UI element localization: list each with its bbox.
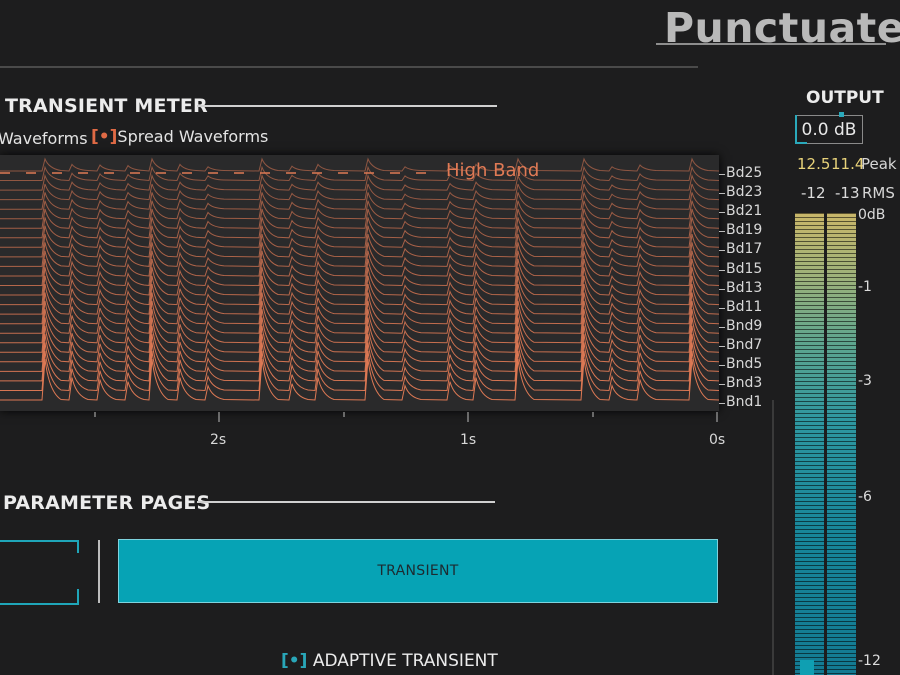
waveforms-label: Waveforms xyxy=(0,129,88,148)
band-tick xyxy=(719,174,725,175)
rms-right-value: -13 xyxy=(835,184,860,202)
output-gain-field[interactable]: 0.0 dB xyxy=(795,115,863,144)
peak-right-value: 11.4 xyxy=(831,155,865,173)
parameter-pages-title: PARAMETER PAGES xyxy=(3,492,211,514)
band-tick xyxy=(719,403,725,405)
band-waveform xyxy=(0,157,720,172)
time-label-0s: 0s xyxy=(709,432,726,448)
band-waveform xyxy=(0,217,720,239)
scale-label-0db: 0dB xyxy=(858,207,886,223)
band-label: Bd19 xyxy=(726,222,763,239)
adaptive-transient-checkbox[interactable]: [•] xyxy=(281,651,307,671)
time-label-1s: 1s xyxy=(460,432,477,448)
band-label: Bnd3 xyxy=(726,375,763,392)
adaptive-transient-toggle[interactable]: [•] ADAPTIVE TRANSIENT xyxy=(281,651,498,671)
output-field-accent xyxy=(795,115,797,144)
output-meter-left xyxy=(795,213,824,675)
band-tick xyxy=(719,250,725,252)
output-meter-right xyxy=(827,213,856,675)
band-tick xyxy=(719,269,725,271)
scale-label-minus6: -6 xyxy=(858,489,872,505)
band-tick xyxy=(719,365,725,366)
high-band-label: High Band xyxy=(446,160,540,181)
band-label: Bd17 xyxy=(726,241,763,258)
time-label-2s: 2s xyxy=(210,432,227,448)
output-field-accent-bottom xyxy=(795,142,807,144)
rms-label: RMS xyxy=(862,184,895,202)
meter-gap xyxy=(825,213,827,675)
parameter-pages-title-rule xyxy=(197,501,495,503)
band-label: Bd23 xyxy=(726,184,763,201)
logo-underline xyxy=(656,43,886,45)
output-meter-left-peak xyxy=(800,660,814,675)
peak-left-value: 12.5 xyxy=(797,155,831,173)
tab-divider xyxy=(98,540,100,603)
output-divider xyxy=(772,400,774,675)
band-waveform xyxy=(0,267,720,296)
waveforms-option[interactable]: Waveforms xyxy=(0,129,88,148)
band-tick xyxy=(719,326,725,328)
spread-waveforms-checkbox[interactable]: [•] xyxy=(91,127,117,147)
output-field-handle[interactable] xyxy=(839,112,844,117)
band-tick xyxy=(719,384,725,386)
transient-page-tab[interactable]: TRANSIENT xyxy=(118,539,718,603)
band-tick xyxy=(719,212,725,214)
band-label: Bd15 xyxy=(726,260,763,277)
band-tick xyxy=(719,193,725,195)
adaptive-transient-label: ADAPTIVE TRANSIENT xyxy=(312,651,498,671)
band-label: Bnd7 xyxy=(726,336,763,353)
spread-waveforms-option[interactable]: [•]Spread Waveforms xyxy=(91,127,268,147)
band-tick xyxy=(719,345,725,347)
band-waveform xyxy=(0,225,720,248)
scale-label-minus1: -1 xyxy=(858,279,872,295)
transient-meter-title: TRANSIENT METER xyxy=(5,95,208,117)
spread-waveforms-label: Spread Waveforms xyxy=(117,127,269,146)
transient-waveforms xyxy=(0,157,720,401)
band-label: Bd13 xyxy=(726,279,763,296)
band-label: Bnd5 xyxy=(726,356,763,372)
band-waveform xyxy=(0,200,720,220)
band-tick xyxy=(719,288,725,290)
time-axis-ticks xyxy=(94,412,718,422)
transient-meter-title-rule xyxy=(197,105,497,107)
tab-bracket-gap xyxy=(0,553,82,589)
header-divider xyxy=(0,66,698,68)
rms-left-value: -12 xyxy=(801,184,826,202)
band-label: Bd11 xyxy=(726,298,763,315)
band-label: Bd21 xyxy=(726,203,763,220)
band-label: Bd25 xyxy=(726,165,763,181)
transient-meter-display xyxy=(0,155,720,411)
scale-label-minus12: -12 xyxy=(858,653,881,669)
scale-label-minus3: -3 xyxy=(858,373,872,389)
band-tick xyxy=(719,231,725,233)
band-label: Bnd9 xyxy=(726,317,763,334)
output-title: OUTPUT xyxy=(806,88,884,108)
band-tick xyxy=(719,307,725,309)
peak-label: Peak xyxy=(861,155,897,173)
